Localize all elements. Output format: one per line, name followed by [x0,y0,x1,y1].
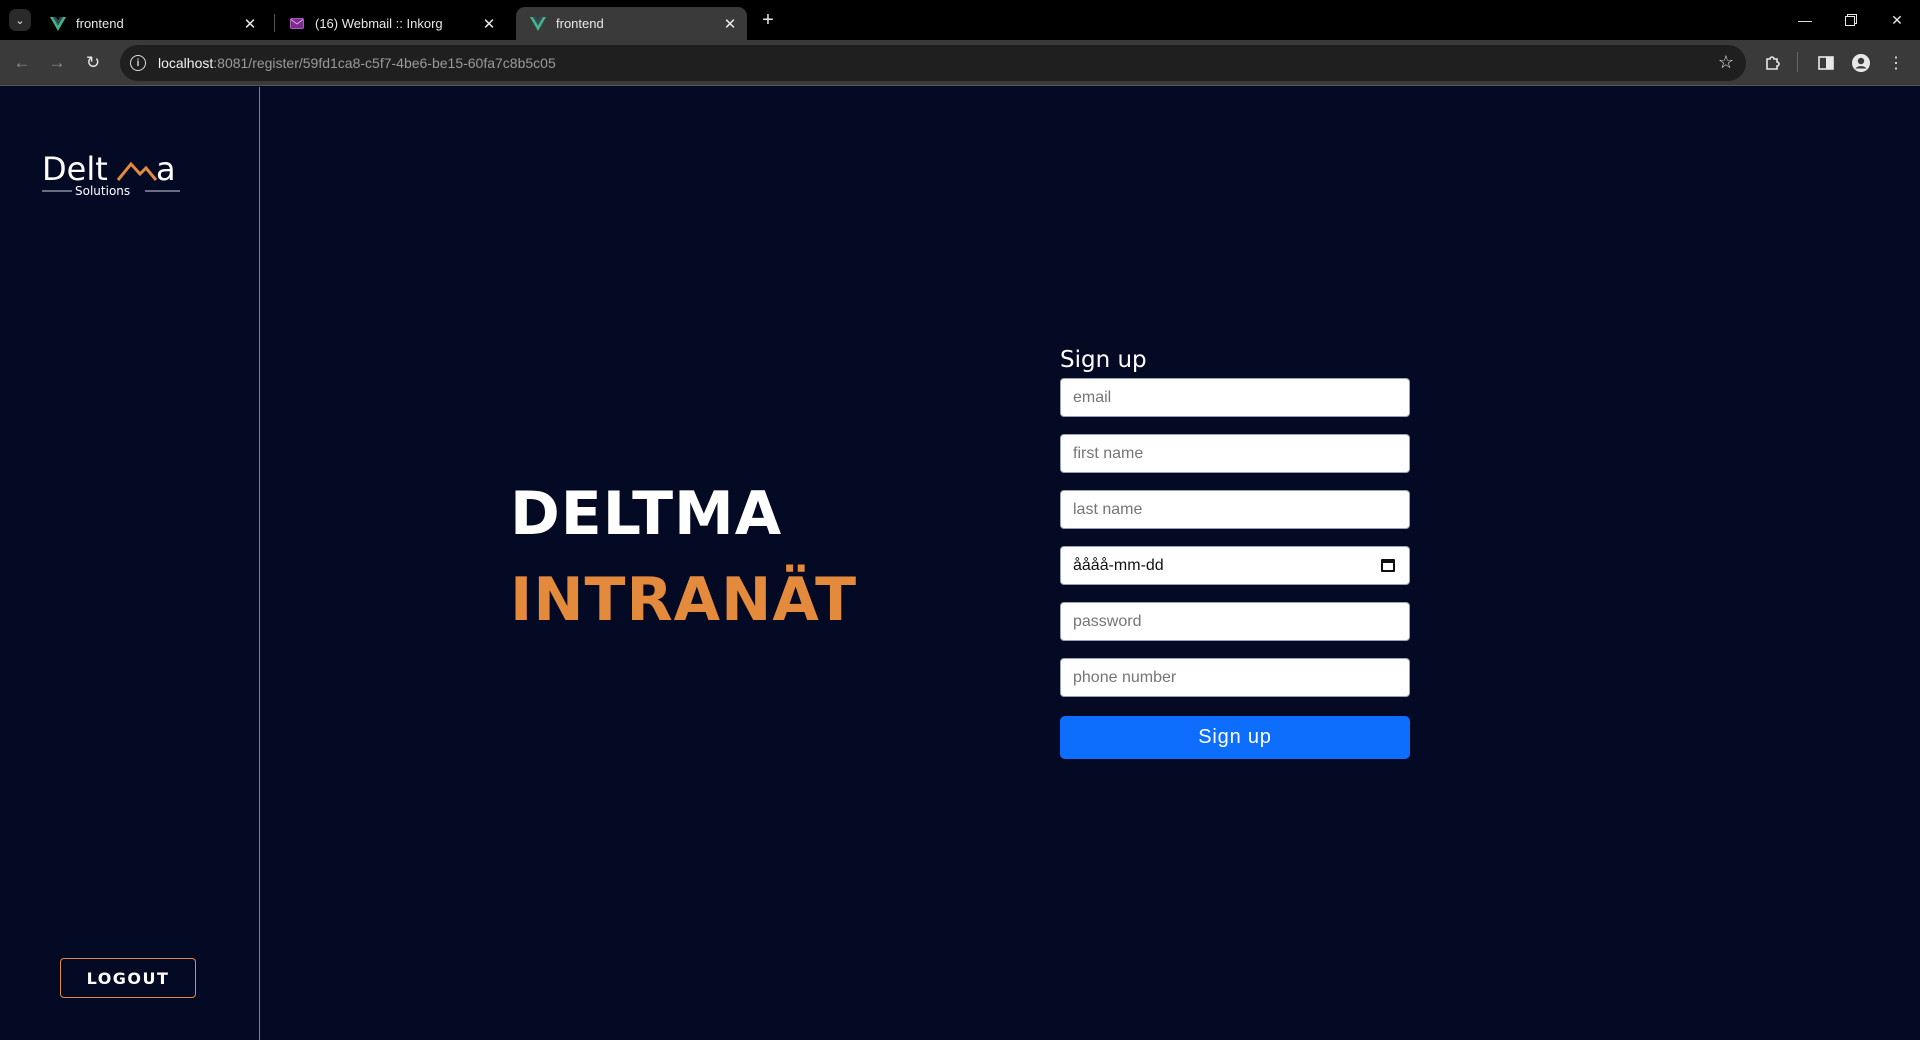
new-tab-plus-icon[interactable]: + [757,9,779,31]
email-field[interactable]: email [1060,378,1410,417]
birthdate-field[interactable]: åååå-mm-dd [1060,546,1410,585]
tab-search-chevron-icon[interactable]: ⌄ [9,9,31,31]
back-arrow-icon[interactable]: ← [8,49,36,77]
menu-kebab-icon[interactable]: ⋮ [1884,51,1908,75]
email-placeholder: email [1073,388,1112,406]
last-name-placeholder: last name [1073,500,1143,518]
browser-tab-active[interactable]: frontend ✕ [516,7,747,40]
password-field[interactable]: password [1060,602,1410,641]
form-title: Sign up [1060,347,1147,373]
svg-text:Delt: Delt [42,150,108,188]
close-tab-icon[interactable]: ✕ [237,11,263,37]
forward-arrow-icon[interactable]: → [43,49,71,77]
first-name-field[interactable]: first name [1060,434,1410,473]
url-path: :8081/register/59fd1ca8-c5f7-4be6-be15-6… [213,55,556,71]
url-host: localhost [158,55,214,71]
hero-line-brand: DELTMA [510,479,783,549]
browser-tab[interactable]: frontend ✕ [36,7,267,40]
vue-icon [50,16,66,32]
restore-icon[interactable] [1828,0,1874,40]
browser-toolbar: ← → ↻ i localhost:8081/register/59fd1ca8… [0,40,1920,86]
bookmark-star-icon[interactable]: ☆ [1718,52,1734,73]
browser-tab-bar: ⌄ frontend ✕ (16) Webmail :: Inkorg ✕ fr… [0,0,1920,40]
close-tab-icon[interactable]: ✕ [476,11,502,37]
deltma-logo[interactable]: Delt a Solutions [42,150,182,198]
close-window-icon[interactable]: ✕ [1874,0,1920,40]
signup-button[interactable]: Sign up [1060,716,1410,759]
sidebar: Delt a Solutions LOGOUT [0,87,260,1040]
tab-title: (16) Webmail :: Inkorg [315,16,443,31]
page-content: Delt a Solutions LOGOUT DELTMA INTRANÄT … [0,87,1920,1040]
side-panel-icon[interactable] [1814,51,1838,75]
address-bar[interactable]: i localhost:8081/register/59fd1ca8-c5f7-… [120,45,1746,81]
last-name-field[interactable]: last name [1060,490,1410,529]
reload-icon[interactable]: ↻ [79,49,107,77]
date-value: åååå-mm-dd [1073,556,1164,574]
svg-text:Solutions: Solutions [75,184,130,196]
phone-number-field[interactable]: phone number [1060,658,1410,697]
mail-icon [289,16,305,32]
hero-title: DELTMA INTRANÄT [510,479,857,635]
profile-avatar-icon[interactable] [1849,51,1873,75]
close-tab-icon[interactable]: ✕ [717,11,743,37]
extensions-puzzle-icon[interactable] [1761,51,1785,75]
tab-title: frontend [556,16,604,31]
svg-text:a: a [156,150,176,188]
first-name-placeholder: first name [1073,444,1144,462]
logout-button[interactable]: LOGOUT [60,958,196,998]
site-info-icon[interactable]: i [130,55,146,71]
calendar-icon[interactable] [1381,559,1395,572]
hero-line-intranet: INTRANÄT [510,565,858,635]
phone-placeholder: phone number [1073,668,1177,686]
password-placeholder: password [1073,612,1142,630]
vue-icon [530,16,546,32]
tab-title: frontend [76,16,124,31]
minimize-icon[interactable]: — [1782,0,1828,40]
signup-form: Sign up email first name last name åååå-… [1060,343,1410,759]
browser-tab[interactable]: (16) Webmail :: Inkorg ✕ [275,7,506,40]
